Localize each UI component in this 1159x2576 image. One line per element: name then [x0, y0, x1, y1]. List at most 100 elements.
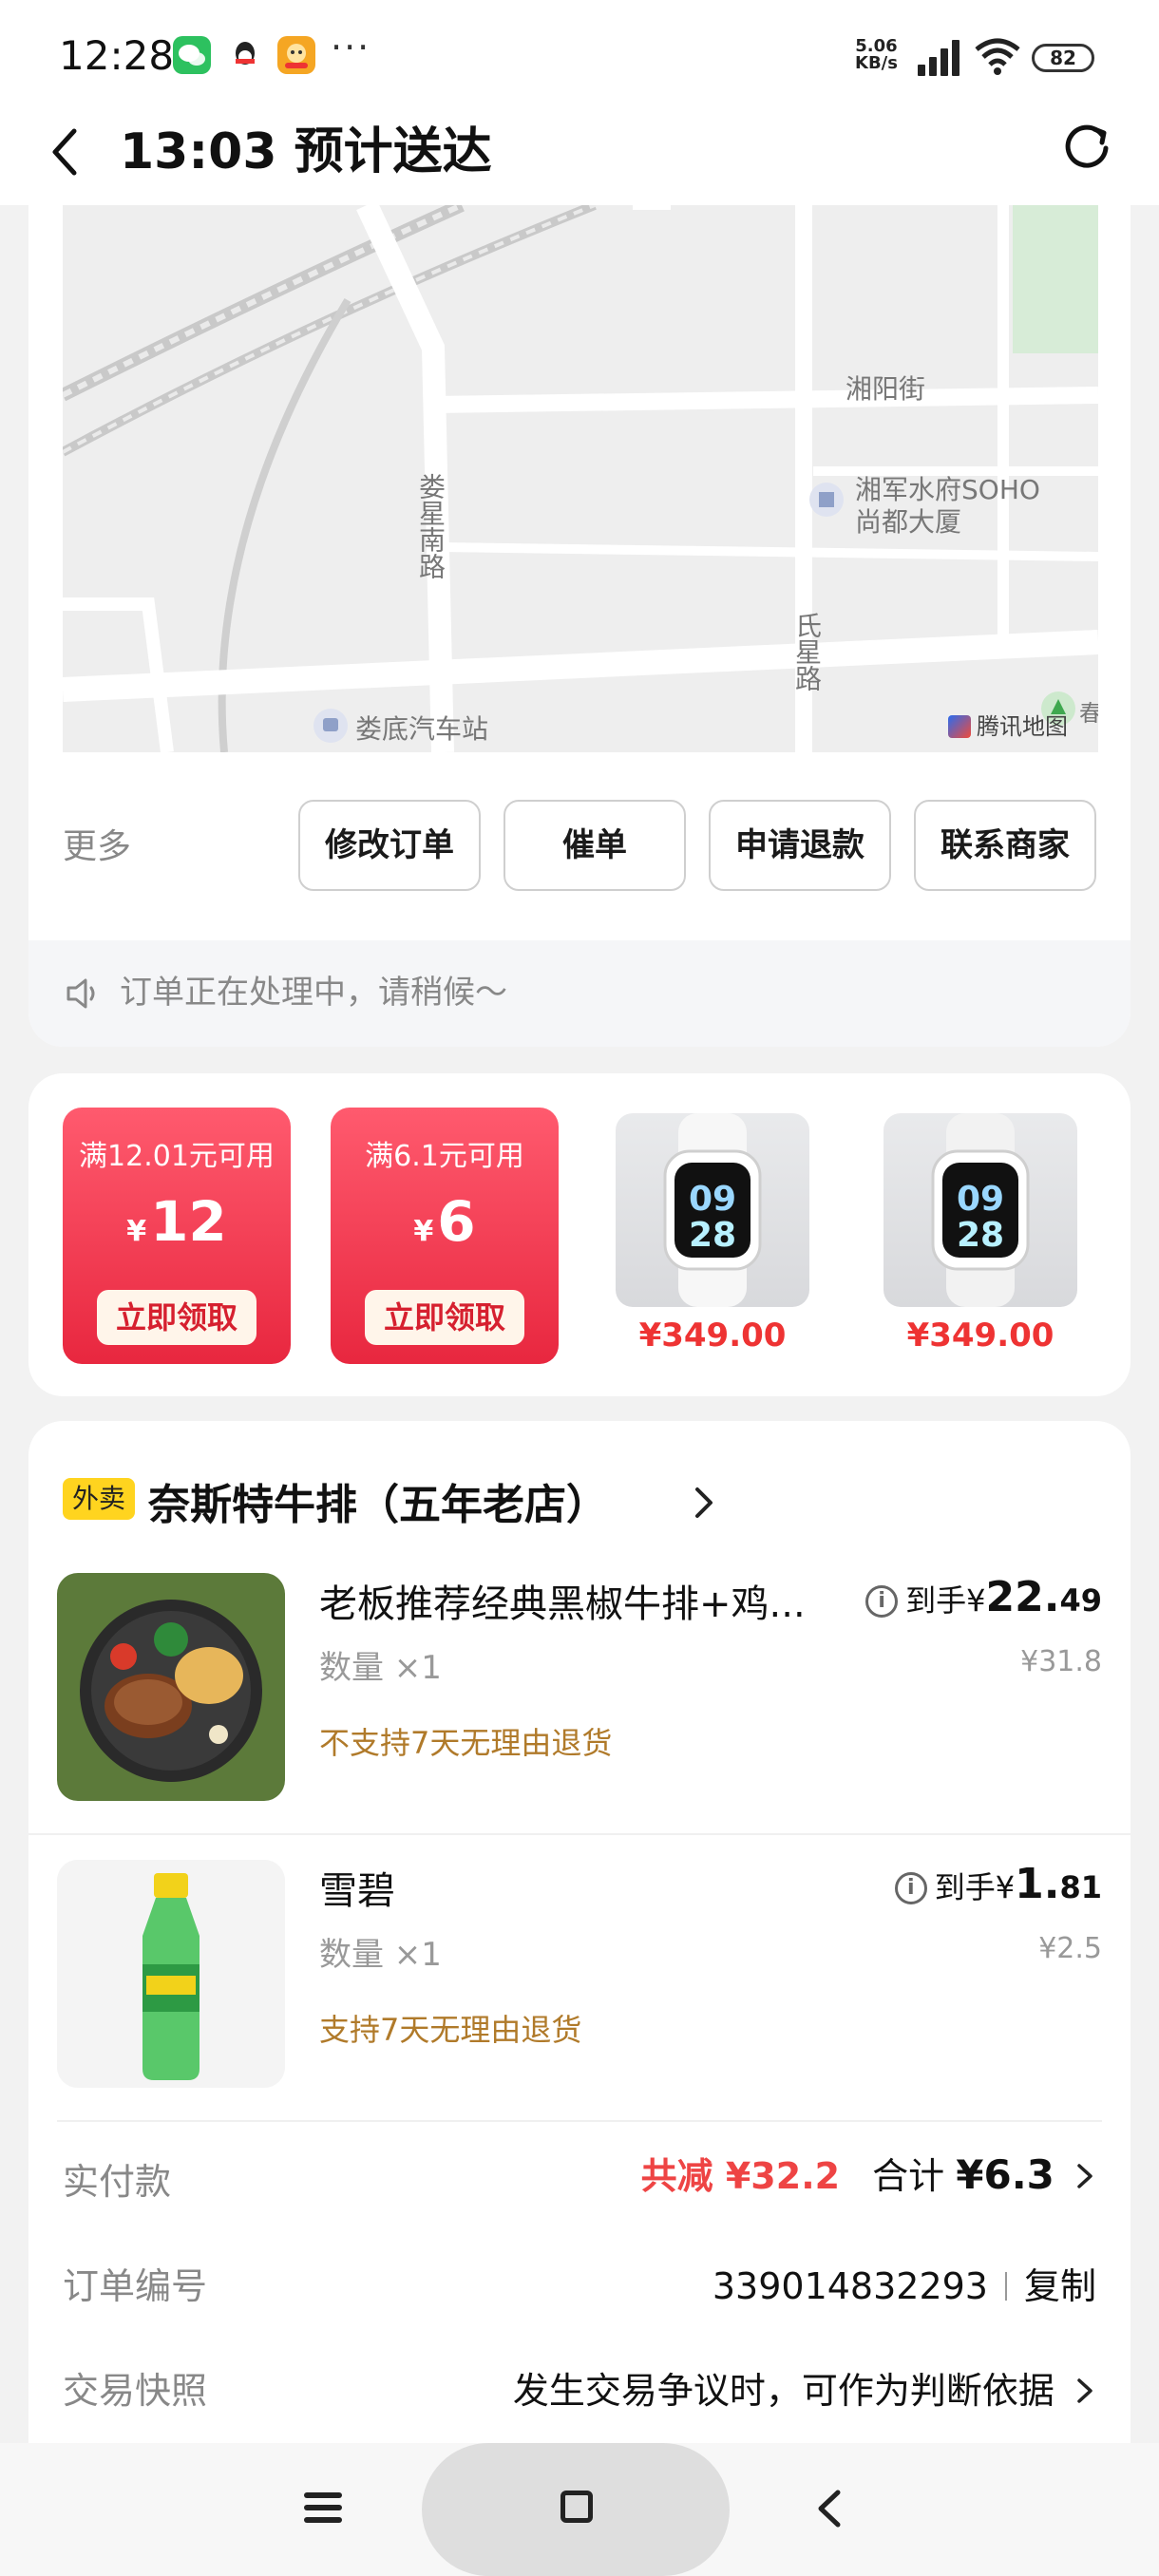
coupon-amount: ¥12: [63, 1189, 291, 1254]
chevron-left-icon[interactable]: [46, 123, 84, 180]
wechat-app-icon: [173, 36, 211, 74]
order-number-label: 订单编号: [63, 2265, 208, 2307]
coupon-currency: ¥: [126, 1215, 147, 1248]
coupon-condition: 满6.1元可用: [365, 1140, 524, 1173]
item-original-price: ¥31.8: [1020, 1645, 1102, 1678]
delivery-map[interactable]: 湘阳街 湘军水府SOHO 尚都大厦 娄星南路 氏星路 娄底汽车站 春 腾讯地图: [63, 205, 1098, 752]
system-nav-bar: [0, 2443, 1159, 2576]
watch-face-top-digits: 09: [957, 1180, 1004, 1219]
watch-face-top-digits: 09: [689, 1180, 736, 1219]
map-label-station: 娄底汽车站: [355, 713, 489, 745]
item-final-price[interactable]: i 到手¥1.81: [894, 1860, 1102, 1908]
snapshot-value: 发生交易争议时，可作为判断依据: [512, 2370, 1054, 2412]
snapshot-label: 交易快照: [63, 2370, 208, 2412]
map-label-edge: 春: [1079, 700, 1098, 727]
item-original-price: ¥2.5: [1038, 1932, 1102, 1965]
return-policy: 支持7天无理由退货: [319, 2012, 582, 2048]
sprite-bottle-image: [57, 1860, 285, 2088]
network-speed: 5.06 KB/s: [855, 38, 898, 72]
urge-order-button[interactable]: 催单: [504, 800, 686, 891]
snapshot-row[interactable]: 发生交易争议时，可作为判断依据: [513, 2361, 1096, 2414]
coupon-value: 6: [437, 1189, 476, 1254]
kid-app-icon: [277, 36, 315, 74]
summary-divider: [57, 2120, 1102, 2122]
order-notice: 订单正在处理中，请稍候～: [28, 940, 1130, 1047]
status-bar: 12:28 ··· 5.06 KB/s 82: [0, 0, 1159, 114]
status-time: 12:28: [59, 32, 175, 79]
coupon-12: 满12.01元可用 ¥12 立即领取: [63, 1108, 291, 1364]
item-divider: [28, 1833, 1130, 1835]
info-icon[interactable]: i: [865, 1585, 899, 1618]
item-name: 雪碧: [319, 1869, 395, 1913]
map-label-street: 湘阳街: [846, 373, 926, 405]
info-icon[interactable]: i: [894, 1872, 927, 1904]
map-brand: 腾讯地图: [948, 708, 1068, 741]
coupon-6: 满6.1元可用 ¥6 立即领取: [331, 1108, 559, 1364]
map-label-road: 娄星南路: [415, 473, 446, 579]
notice-text: 订单正在处理中，请稍候～: [120, 974, 507, 1012]
item-name: 老板推荐经典黑椒牛排+鸡...: [319, 1582, 806, 1626]
item-final-price[interactable]: i 到手¥22.49: [865, 1573, 1102, 1621]
total-label: 合计: [872, 2155, 957, 2197]
map-brand-label: 腾讯地图: [977, 713, 1068, 740]
steak-image: [57, 1573, 285, 1801]
final-prefix: 到手¥: [934, 1869, 1016, 1905]
paid-summary[interactable]: 共减 ¥32.2 合计 ¥6.3: [641, 2147, 1096, 2199]
product-watch-image[interactable]: 09 28: [616, 1113, 809, 1307]
final-dec: 81: [1059, 1869, 1102, 1905]
speaker-icon: [66, 978, 95, 1009]
page-header: 13:03 预计送达: [0, 104, 1159, 199]
back-arrow-icon[interactable]: [813, 2487, 846, 2530]
final-dec: 49: [1059, 1582, 1102, 1619]
coupon-card: 满12.01元可用 ¥12 立即领取 满6.1元可用 ¥6 立即领取 09 28…: [28, 1073, 1130, 1396]
claim-coupon-button[interactable]: 立即领取: [365, 1290, 524, 1345]
watch-face-bottom-digits: 28: [689, 1216, 736, 1255]
more-notifications-icon: ···: [331, 27, 371, 68]
final-int: 22.: [985, 1573, 1060, 1621]
coupon-amount: ¥6: [331, 1189, 559, 1254]
return-policy: 不支持7天无理由退货: [319, 1725, 613, 1761]
coupon-condition: 满12.01元可用: [79, 1140, 275, 1173]
chevron-right-icon: [1077, 2378, 1092, 2403]
coupon-currency: ¥: [413, 1215, 434, 1248]
product-price: ¥349.00: [906, 1316, 1054, 1354]
modify-order-button[interactable]: 修改订单: [298, 800, 481, 891]
coupon-value: 12: [150, 1189, 227, 1254]
final-int: 1.: [1015, 1860, 1060, 1908]
takeaway-tag: 外卖: [63, 1478, 135, 1520]
signal-icon: [918, 40, 960, 76]
list-item[interactable]: 雪碧 数量 ×1 支持7天无理由退货 i 到手¥1.81 ¥2.5: [28, 1860, 1130, 2126]
copy-button[interactable]: 复制: [1024, 2265, 1096, 2307]
discount-amount: 共减 ¥32.2: [640, 2155, 841, 2197]
paid-label: 实付款: [63, 2161, 172, 2203]
chevron-right-icon: [1077, 2164, 1092, 2188]
tencent-map-logo-icon: [948, 715, 971, 738]
chevron-right-icon: [695, 1487, 712, 1518]
order-card: 外卖 奈斯特牛排（五年老店） 老板推荐经典黑椒牛排+鸡... 数量 ×1 不支持…: [28, 1421, 1130, 2466]
map-label-road2: 氏星路: [791, 612, 823, 691]
product-watch-image[interactable]: 09 28: [884, 1113, 1077, 1307]
battery-indicator: 82: [1032, 44, 1094, 72]
claim-coupon-button[interactable]: 立即领取: [97, 1290, 256, 1345]
refresh-icon[interactable]: [1060, 120, 1113, 173]
order-number: 339014832293: [712, 2265, 988, 2307]
order-number-row: 339014832293 复制: [712, 2257, 1096, 2309]
contact-merchant-button[interactable]: 联系商家: [914, 800, 1096, 891]
watch-face-bottom-digits: 28: [957, 1216, 1004, 1255]
page-title: 13:03 预计送达: [120, 123, 492, 180]
delivery-card: 湘阳街 湘军水府SOHO 尚都大厦 娄星南路 氏星路 娄底汽车站 春 腾讯地图 …: [28, 205, 1130, 1047]
more-label: 更多: [63, 827, 132, 866]
request-refund-button[interactable]: 申请退款: [709, 800, 891, 891]
menu-icon[interactable]: [302, 2489, 344, 2527]
product-price: ¥349.00: [638, 1316, 787, 1354]
store-name: 奈斯特牛排（五年老店）: [148, 1481, 608, 1529]
separator: [1004, 2272, 1007, 2301]
wifi-icon: [975, 38, 1020, 75]
item-quantity: 数量 ×1: [319, 1936, 442, 1974]
map-label-poi2: 尚都大厦: [855, 506, 962, 538]
total-amount: ¥6.3: [956, 2151, 1054, 2198]
home-square-icon[interactable]: [560, 2491, 593, 2523]
list-item[interactable]: 老板推荐经典黑椒牛排+鸡... 数量 ×1 不支持7天无理由退货 i 到手¥22.…: [28, 1573, 1130, 1839]
qq-app-icon: [226, 36, 264, 74]
net-speed-unit: KB/s: [855, 53, 898, 73]
